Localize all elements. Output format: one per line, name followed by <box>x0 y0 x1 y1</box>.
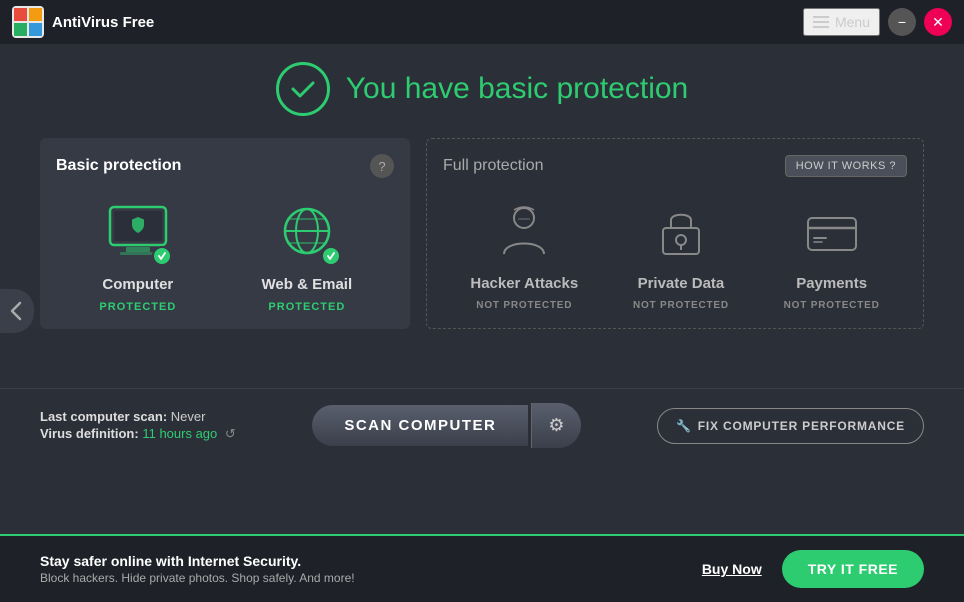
status-check-circle <box>276 62 330 116</box>
how-it-works-button[interactable]: HOW IT WORKS ? <box>785 155 907 177</box>
web-email-status: PROTECTED <box>268 301 345 313</box>
promo-actions: Buy Now TRY IT FREE <box>702 550 924 588</box>
app-title: AntiVirus Free <box>52 14 154 31</box>
virus-def-line: Virus definition: 11 hours ago ↺ <box>40 426 236 442</box>
computer-label: Computer <box>102 276 173 293</box>
computer-check-badge <box>152 246 172 266</box>
status-title: You have basic protection <box>346 72 688 106</box>
hacker-icon-wrap <box>489 197 559 267</box>
payments-label: Payments <box>796 275 867 292</box>
promo-bar: Stay safer online with Internet Security… <box>0 534 964 602</box>
virus-def-value: 11 hours ago <box>142 426 217 441</box>
chevron-left-icon <box>10 301 24 321</box>
help-button[interactable]: ? <box>370 154 394 178</box>
gear-icon: ⚙ <box>548 415 564 435</box>
scan-computer-button[interactable]: SCAN COMPUTER <box>312 405 528 446</box>
web-email-icon-wrap <box>267 198 347 268</box>
hacker-attacks-item: Hacker Attacks NOT PROTECTED <box>470 197 578 311</box>
web-email-check-badge <box>321 246 341 266</box>
hacker-status: NOT PROTECTED <box>476 300 572 311</box>
private-data-status: NOT PROTECTED <box>633 300 729 311</box>
virus-def-label: Virus definition: <box>40 426 139 441</box>
minimize-button[interactable]: − <box>888 8 916 36</box>
menu-label: Menu <box>835 14 870 30</box>
hamburger-icon <box>813 16 829 28</box>
payments-icon <box>804 202 860 262</box>
web-email-protection-item: Web & Email PROTECTED <box>262 198 353 313</box>
private-data-label: Private Data <box>638 275 725 292</box>
close-button[interactable]: ✕ <box>924 8 952 36</box>
check-icon <box>289 75 317 103</box>
hacker-icon <box>496 202 552 262</box>
hacker-label: Hacker Attacks <box>470 275 578 292</box>
buy-now-button[interactable]: Buy Now <box>702 561 762 577</box>
private-data-icon <box>653 202 709 262</box>
status-header: You have basic protection <box>40 62 924 116</box>
basic-card-title: Basic protection <box>56 157 181 175</box>
title-bar-right: Menu − ✕ <box>803 8 952 36</box>
full-protection-card: Full protection HOW IT WORKS ? <box>426 138 924 329</box>
full-icons-row: Hacker Attacks NOT PROTECTED <box>443 197 907 311</box>
menu-button[interactable]: Menu <box>803 8 880 36</box>
promo-subtitle: Block hackers. Hide private photos. Shop… <box>40 571 355 585</box>
basic-protection-card: Basic protection ? <box>40 138 410 329</box>
try-free-button[interactable]: TRY IT FREE <box>782 550 924 588</box>
last-scan-line: Last computer scan: Never <box>40 409 236 424</box>
computer-status: PROTECTED <box>99 301 176 313</box>
payments-icon-wrap <box>797 197 867 267</box>
payments-item: Payments NOT PROTECTED <box>784 197 880 311</box>
promo-title: Stay safer online with Internet Security… <box>40 553 355 569</box>
computer-protection-item: Computer PROTECTED <box>98 198 178 313</box>
basic-card-header: Basic protection ? <box>56 154 394 178</box>
scan-center: SCAN COMPUTER ⚙ <box>312 403 580 448</box>
fix-performance-button[interactable]: 🔧 FIX COMPUTER PERFORMANCE <box>657 408 924 444</box>
avg-logo-icon <box>12 6 44 38</box>
title-bar: AntiVirus Free Menu − ✕ <box>0 0 964 44</box>
last-scan-value: Never <box>171 409 206 424</box>
wrench-icon: 🔧 <box>676 419 692 433</box>
basic-icons-row: Computer PROTECTED <box>56 198 394 313</box>
web-email-label: Web & Email <box>262 276 353 293</box>
full-card-title: Full protection <box>443 157 544 175</box>
scan-info: Last computer scan: Never Virus definiti… <box>40 409 236 442</box>
fix-btn-label: FIX COMPUTER PERFORMANCE <box>698 419 905 433</box>
scan-bar: Last computer scan: Never Virus definiti… <box>0 388 964 462</box>
full-card-header: Full protection HOW IT WORKS ? <box>443 155 907 177</box>
computer-icon-wrap <box>98 198 178 268</box>
last-scan-label: Last computer scan: <box>40 409 167 424</box>
scan-settings-button[interactable]: ⚙ <box>531 403 580 448</box>
cards-row: Basic protection ? <box>40 138 924 329</box>
refresh-icon[interactable]: ↺ <box>225 426 236 442</box>
main-content: You have basic protection Basic protecti… <box>0 44 964 329</box>
promo-text: Stay safer online with Internet Security… <box>40 553 355 585</box>
private-data-item: Private Data NOT PROTECTED <box>633 197 729 311</box>
title-bar-left: AntiVirus Free <box>12 6 154 38</box>
private-data-icon-wrap <box>646 197 716 267</box>
payments-status: NOT PROTECTED <box>784 300 880 311</box>
